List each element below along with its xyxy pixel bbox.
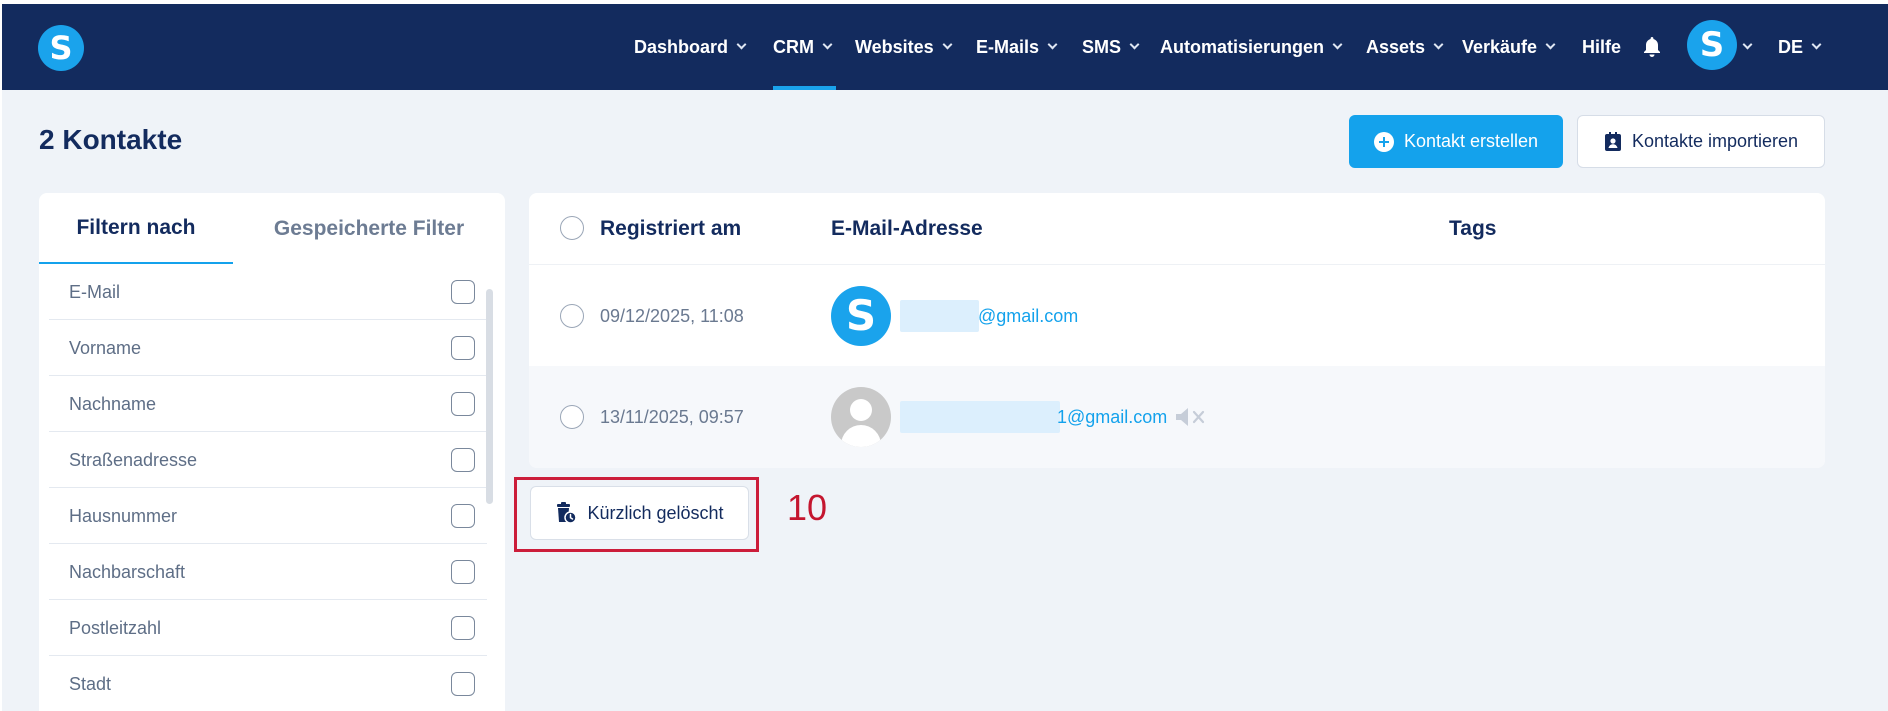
- redacted-email-blur: [900, 401, 1060, 433]
- nav-dashboard-label: Dashboard: [634, 36, 729, 57]
- filter-panel: Filtern nach Gespeicherte Filter E-Mail …: [39, 193, 505, 711]
- filter-row-hausnummer[interactable]: Hausnummer: [49, 488, 487, 544]
- language-selector[interactable]: DE: [1778, 4, 1822, 90]
- column-header-email[interactable]: E-Mail-Adresse: [831, 193, 983, 264]
- filter-label: Stadt: [69, 674, 112, 694]
- contact-card-icon: [1604, 131, 1621, 151]
- column-header-tags[interactable]: Tags: [1449, 193, 1496, 264]
- filter-checkbox[interactable]: [451, 392, 475, 416]
- create-contact-label: Kontakt erstellen: [1403, 131, 1539, 151]
- app-frame: S Dashboard CRM Websites E-Mails SMS Aut…: [2, 4, 1888, 711]
- top-navbar: S Dashboard CRM Websites E-Mails SMS Aut…: [2, 4, 1888, 90]
- default-user-avatar: [831, 387, 891, 447]
- app-logo[interactable]: S: [38, 25, 84, 71]
- nav-emails[interactable]: E-Mails: [976, 4, 1058, 90]
- user-menu-toggle[interactable]: [1742, 4, 1753, 90]
- nav-crm[interactable]: CRM: [773, 4, 833, 90]
- nav-active-indicator: [773, 86, 836, 90]
- nav-verkaeufe[interactable]: Verkäufe: [1462, 4, 1556, 90]
- chevron-down-icon: [1129, 39, 1140, 50]
- filter-checkbox[interactable]: [451, 504, 475, 528]
- chevron-down-icon: [1742, 39, 1753, 50]
- filter-row-vorname[interactable]: Vorname: [49, 320, 487, 376]
- contact-avatar: S: [831, 286, 891, 346]
- filter-checkbox[interactable]: [451, 616, 475, 640]
- nav-assets[interactable]: Assets: [1366, 4, 1444, 90]
- filter-label: Nachname: [69, 394, 157, 414]
- nav-websites-label: Websites: [855, 36, 934, 57]
- registered-date: 13/11/2025, 09:57: [600, 407, 744, 427]
- filter-row-postleitzahl[interactable]: Postleitzahl: [49, 600, 487, 656]
- nav-assets-label: Assets: [1366, 36, 1426, 57]
- contact-email-link[interactable]: @gmail.com: [978, 265, 1078, 367]
- filter-label: Nachbarschaft: [69, 562, 186, 582]
- filter-row-strassenadresse[interactable]: Straßenadresse: [49, 432, 487, 488]
- contact-email-link[interactable]: 1@gmail.com: [1057, 366, 1167, 468]
- select-all-radio[interactable]: [560, 216, 584, 240]
- filter-row-email[interactable]: E-Mail: [49, 264, 487, 320]
- annotation-number: 10: [787, 487, 828, 528]
- filter-label: Straßenadresse: [69, 450, 198, 470]
- nav-hilfe-label: Hilfe: [1582, 36, 1622, 57]
- user-avatar[interactable]: S: [1687, 20, 1737, 70]
- chevron-down-icon: [1811, 39, 1822, 50]
- import-contacts-button[interactable]: Kontakte importieren: [1577, 115, 1825, 168]
- nav-emails-label: E-Mails: [976, 36, 1040, 57]
- create-contact-button[interactable]: Kontakt erstellen: [1349, 115, 1563, 168]
- column-header-registered[interactable]: Registriert am: [600, 193, 741, 264]
- filter-label: E-Mail: [69, 282, 121, 302]
- chevron-down-icon: [1332, 39, 1343, 50]
- contacts-table: Registriert am E-Mail-Adresse Tags 09/12…: [529, 193, 1825, 468]
- filter-scrollbar[interactable]: [486, 289, 493, 504]
- nav-automatisierungen-label: Automatisierungen: [1160, 36, 1325, 57]
- filter-checkbox[interactable]: [451, 560, 475, 584]
- table-row[interactable]: 09/12/2025, 11:08 S @gmail.com: [529, 264, 1825, 366]
- filter-row-nachname[interactable]: Nachname: [49, 376, 487, 432]
- filter-label: Vorname: [69, 338, 142, 358]
- tab-saved-filters[interactable]: Gespeicherte Filter: [233, 193, 505, 264]
- tab-filter-by[interactable]: Filtern nach: [39, 193, 233, 264]
- import-contacts-label: Kontakte importieren: [1631, 131, 1799, 151]
- plus-circle-icon: [1373, 131, 1394, 152]
- nav-verkaeufe-label: Verkäufe: [1462, 36, 1538, 57]
- nav-crm-label: CRM: [773, 36, 814, 57]
- nav-sms[interactable]: SMS: [1082, 4, 1140, 90]
- redacted-email-blur: [900, 300, 979, 332]
- chevron-down-icon: [1545, 39, 1556, 50]
- bell-icon[interactable]: [1640, 35, 1664, 59]
- filter-row-nachbarschaft[interactable]: Nachbarschaft: [49, 544, 487, 600]
- filter-checkbox[interactable]: [451, 672, 475, 696]
- page-title: 2 Kontakte: [39, 124, 183, 155]
- filter-label: Postleitzahl: [69, 618, 162, 638]
- chevron-down-icon: [942, 39, 953, 50]
- chevron-down-icon: [736, 39, 747, 50]
- nav-automatisierungen[interactable]: Automatisierungen: [1160, 4, 1343, 90]
- annotation-highlight-box: [514, 477, 759, 552]
- filter-checkbox[interactable]: [451, 280, 475, 304]
- table-row[interactable]: 13/11/2025, 09:57 1@gmail.com: [529, 366, 1825, 468]
- nav-hilfe[interactable]: Hilfe: [1582, 4, 1621, 90]
- registered-date: 09/12/2025, 11:08: [600, 306, 744, 326]
- nav-sms-label: SMS: [1082, 36, 1122, 57]
- mute-icon: [1176, 408, 1205, 426]
- filter-label: Hausnummer: [69, 506, 178, 526]
- language-label: DE: [1778, 36, 1804, 57]
- filter-checkbox[interactable]: [451, 448, 475, 472]
- chevron-down-icon: [822, 39, 833, 50]
- nav-websites[interactable]: Websites: [855, 4, 953, 90]
- filter-checkbox[interactable]: [451, 336, 475, 360]
- row-select-radio[interactable]: [560, 405, 584, 429]
- chevron-down-icon: [1047, 39, 1058, 50]
- nav-dashboard[interactable]: Dashboard: [634, 4, 747, 90]
- filter-row-stadt[interactable]: Stadt: [49, 656, 487, 711]
- row-select-radio[interactable]: [560, 304, 584, 328]
- chevron-down-icon: [1433, 39, 1444, 50]
